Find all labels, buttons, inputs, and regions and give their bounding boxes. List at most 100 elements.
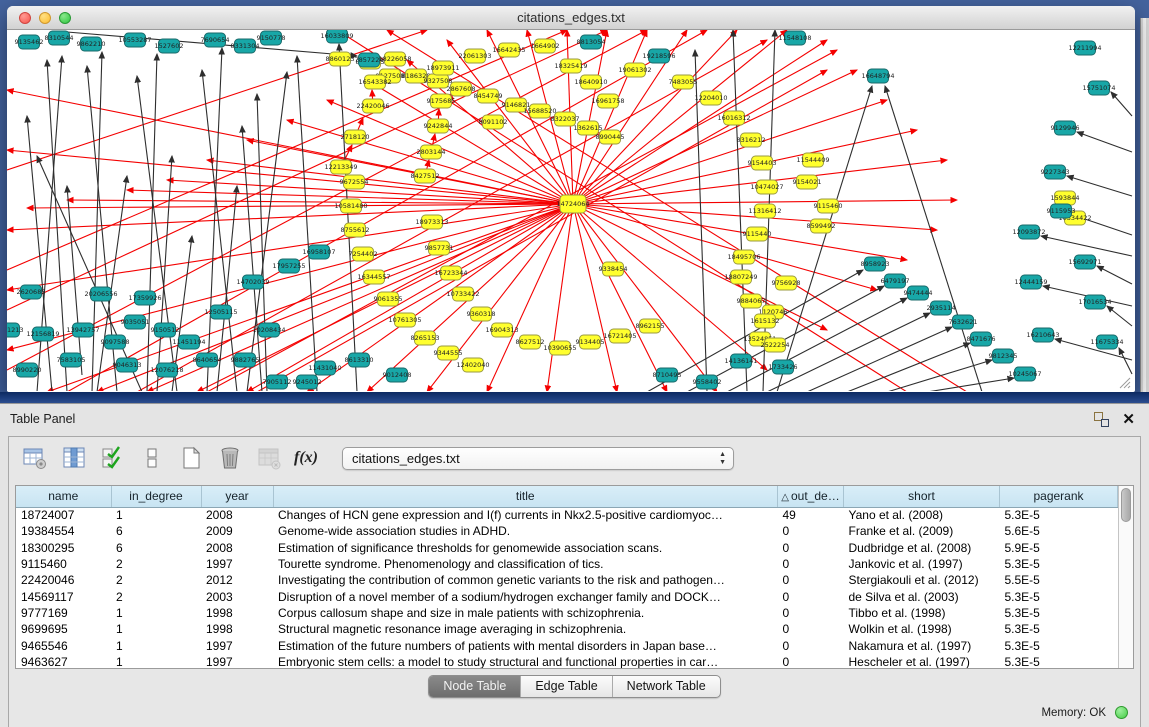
graph-edge[interactable]	[202, 70, 237, 391]
table-select-dropdown[interactable]: citations_edges.txt ▲▼	[342, 447, 734, 470]
graph-node[interactable]: 11675334	[1090, 335, 1123, 349]
graph-edge[interactable]	[927, 378, 1014, 391]
graph-node[interactable]: 12505115	[204, 305, 237, 319]
graph-node[interactable]: 8860123	[326, 52, 355, 66]
tab-edge-table[interactable]: Edge Table	[521, 676, 612, 697]
graph-node[interactable]: 9672554	[340, 175, 369, 189]
graph-node[interactable]: 16721405	[603, 329, 636, 343]
graph-node[interactable]: 2718120	[341, 130, 370, 144]
table-row[interactable]: 977716911998Corpus callosum shape and si…	[16, 605, 1118, 621]
graph-node[interactable]: 12076218	[150, 363, 183, 377]
graph-node[interactable]: 12156819	[26, 327, 59, 341]
graph-node[interactable]: 2620685	[17, 285, 46, 299]
table-cell[interactable]: 9115460	[16, 556, 111, 572]
graph-node[interactable]: 9134405	[576, 335, 605, 349]
graph-node[interactable]: 9115953	[1047, 204, 1076, 218]
graph-node[interactable]: 7483055	[669, 75, 698, 89]
graph-node[interactable]: 9035051	[121, 315, 150, 329]
column-select-icon[interactable]	[60, 445, 87, 472]
graph-edge[interactable]	[1097, 266, 1132, 284]
graph-edge[interactable]	[767, 313, 930, 391]
table-cell[interactable]: 9699695	[16, 621, 111, 637]
graph-node[interactable]: 9344555	[434, 346, 463, 360]
table-cell[interactable]: Tourette syndrome. Phenomenology and cla…	[273, 556, 778, 572]
graph-edge[interactable]	[339, 44, 357, 391]
col-header-in-degree[interactable]: in_degree	[111, 486, 201, 507]
table-cell[interactable]: 0	[778, 605, 844, 621]
table-cell[interactable]: Estimation of significance thresholds fo…	[273, 540, 778, 556]
table-cell[interactable]: Jankovic et al. (1997)	[844, 556, 1000, 572]
graph-node[interactable]: 7632621	[949, 315, 978, 329]
table-row[interactable]: 1830029562008Estimation of significance …	[16, 540, 1118, 556]
col-header-name[interactable]: name	[16, 486, 111, 507]
graph-node[interactable]: 17957255	[272, 259, 305, 273]
graph-node[interactable]: 14702039	[236, 275, 269, 289]
graph-node[interactable]: 1664902	[531, 39, 560, 53]
table-cell[interactable]: 6	[111, 540, 201, 556]
graph-node[interactable]: 16648794	[861, 69, 894, 83]
table-row[interactable]: 911546021997Tourette syndrome. Phenomeno…	[16, 556, 1118, 572]
graph-node[interactable]: 8640654	[193, 353, 222, 367]
graph-node[interactable]: 19061302	[618, 63, 651, 77]
graph-edge[interactable]	[573, 200, 957, 204]
table-cell[interactable]: 1	[111, 621, 201, 637]
graph-node[interactable]: 8755612	[341, 223, 370, 237]
table-cell[interactable]: Hescheler et al. (1997)	[844, 654, 1000, 669]
graph-node[interactable]: 13942757	[66, 323, 99, 337]
table-cell[interactable]: 0	[778, 637, 844, 653]
graph-node[interactable]: 16210643	[1026, 328, 1059, 342]
graph-edge[interactable]	[207, 48, 222, 391]
graph-node[interactable]: 18640910	[574, 75, 607, 89]
graph-node[interactable]: 12213349	[324, 160, 357, 174]
graph-node[interactable]: 10553287	[118, 33, 151, 47]
resize-grip-icon[interactable]	[1117, 375, 1131, 389]
graph-node[interactable]: 7857224	[355, 53, 384, 67]
graph-node[interactable]: 11431040	[308, 361, 341, 375]
graph-node[interactable]: 1527602	[155, 39, 184, 53]
graph-node[interactable]: 9046313	[113, 358, 142, 372]
function-builder-icon[interactable]: f(x)	[294, 449, 324, 467]
graph-node[interactable]: 8331304	[231, 39, 260, 53]
graph-node[interactable]: 11316412	[748, 204, 781, 218]
table-settings-icon[interactable]	[21, 445, 48, 472]
table-cell[interactable]: 18300295	[16, 540, 111, 556]
rows-icon[interactable]	[138, 445, 165, 472]
table-cell[interactable]: 6	[111, 523, 201, 539]
col-header-year[interactable]: year	[201, 486, 273, 507]
graph-edge[interactable]	[1111, 92, 1132, 116]
row-check-icon[interactable]	[99, 445, 126, 472]
table-row[interactable]: 946362711997Embryonic stem cells: a mode…	[16, 654, 1118, 669]
graph-edge[interactable]	[1107, 306, 1132, 326]
graph-node[interactable]: 9012408	[383, 368, 412, 382]
table-cell[interactable]: 0	[778, 572, 844, 588]
graph-node[interactable]: 9338454	[599, 262, 628, 276]
graph-node[interactable]: 16642435	[492, 43, 525, 57]
float-panel-icon[interactable]	[1094, 412, 1109, 427]
graph-node[interactable]: 10390655	[543, 341, 576, 355]
graph-node[interactable]: 2935114	[927, 301, 956, 315]
table-cell[interactable]: Yano et al. (2008)	[844, 507, 1000, 523]
graph-node[interactable]: 8427512	[411, 169, 440, 183]
table-cell[interactable]: Franke et al. (2009)	[844, 523, 1000, 539]
table-cell[interactable]: Dudbridge et al. (2008)	[844, 540, 1000, 556]
table-cell[interactable]: 2	[111, 588, 201, 604]
table-cell[interactable]: 2	[111, 572, 201, 588]
table-cell[interactable]: 2008	[201, 540, 273, 556]
graph-node[interactable]: 2867608	[447, 82, 476, 96]
table-cell[interactable]: 5.3E-5	[1000, 556, 1118, 572]
graph-node[interactable]: 8958923	[861, 257, 890, 271]
graph-node[interactable]: 20206556	[84, 287, 117, 301]
graph-edge[interactable]	[885, 86, 982, 391]
graph-node[interactable]: 9558402	[693, 375, 722, 389]
graph-node[interactable]: 9360318	[467, 307, 496, 321]
graph-node[interactable]: 9227343	[1041, 165, 1070, 179]
table-cell[interactable]: 9777169	[16, 605, 111, 621]
table-cell[interactable]: de Silva et al. (2003)	[844, 588, 1000, 604]
table-cell[interactable]: Structural magnetic resonance image aver…	[273, 621, 778, 637]
table-row[interactable]: 969969511998Structural magnetic resonanc…	[16, 621, 1118, 637]
col-header-short[interactable]: short	[844, 486, 1000, 507]
table-cell[interactable]: 0	[778, 556, 844, 572]
table-cell[interactable]: Disruption of a novel member of a sodium…	[273, 588, 778, 604]
table-cell[interactable]: 49	[778, 507, 844, 523]
table-cell[interactable]: 18724007	[16, 507, 111, 523]
